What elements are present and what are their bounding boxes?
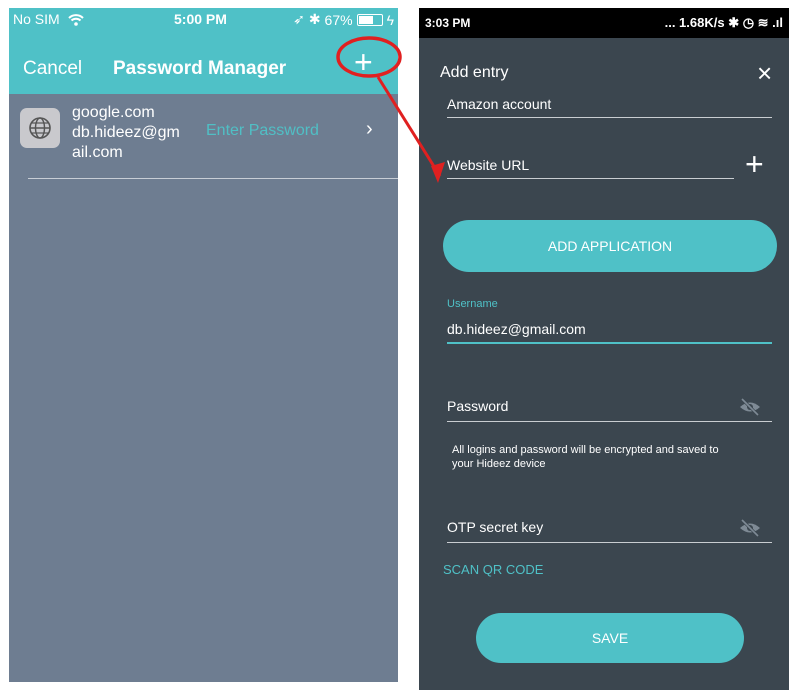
otp-secret-field[interactable]: OTP secret key [447, 519, 772, 543]
entry-name-field[interactable]: Amazon account [447, 96, 772, 118]
username-field[interactable]: db.hideez@gmail.com [447, 321, 772, 344]
cancel-button[interactable]: Cancel [23, 58, 82, 80]
entry-account: db.hideez@gmail.com [72, 124, 180, 161]
add-entry-screen: 3:03 PM ... 1.68K/s ✱ ◷ ≋ .ıl Add entry … [419, 8, 789, 690]
battery-percent: 67% [324, 11, 353, 28]
divider [28, 178, 398, 179]
entry-domain: google.com [72, 104, 155, 121]
android-status-bar: 3:03 PM ... 1.68K/s ✱ ◷ ≋ .ıl [419, 8, 789, 38]
page-title: Password Manager [113, 58, 287, 79]
eye-off-icon[interactable] [738, 519, 762, 537]
enter-password-link[interactable]: Enter Password [206, 122, 319, 140]
list-item[interactable]: google.com db.hideez@gmail.com Enter Pas… [9, 94, 398, 179]
battery-icon [356, 13, 383, 26]
status-indicators: ... 1.68K/s ✱ ◷ ≋ .ıl [664, 15, 783, 30]
status-time: 5:00 PM [174, 11, 227, 27]
close-icon[interactable]: × [757, 58, 772, 89]
password-field[interactable]: Password [447, 398, 772, 422]
save-button[interactable]: SAVE [476, 613, 744, 663]
status-time: 3:03 PM [425, 16, 471, 30]
dialog-title: Add entry [440, 64, 509, 81]
wifi-icon [67, 14, 84, 27]
globe-icon [20, 108, 60, 148]
eye-off-icon[interactable] [738, 398, 762, 416]
add-url-button[interactable]: + [745, 146, 764, 183]
chevron-right-icon[interactable]: › [366, 118, 373, 141]
carrier-label: No SIM [13, 11, 60, 27]
password-manager-screen: No SIM 5:00 PM ➶ ✱ 67% ϟ Cancel Password… [9, 8, 398, 682]
bluetooth-icon: ✱ [308, 11, 321, 27]
website-url-field[interactable]: Website URL [447, 157, 734, 179]
scan-qr-code-link[interactable]: SCAN QR CODE [443, 562, 543, 577]
ios-status-bar: No SIM 5:00 PM ➶ ✱ 67% ϟ [9, 8, 398, 30]
location-icon: ➶ [293, 11, 305, 27]
charging-icon: ϟ [386, 11, 394, 28]
encryption-note: All logins and password will be encrypte… [452, 444, 719, 470]
add-application-button[interactable]: ADD APPLICATION [443, 220, 777, 272]
nav-bar: Cancel Password Manager + [9, 30, 398, 94]
add-entry-button[interactable]: + [354, 46, 373, 78]
username-label: Username [447, 298, 498, 310]
